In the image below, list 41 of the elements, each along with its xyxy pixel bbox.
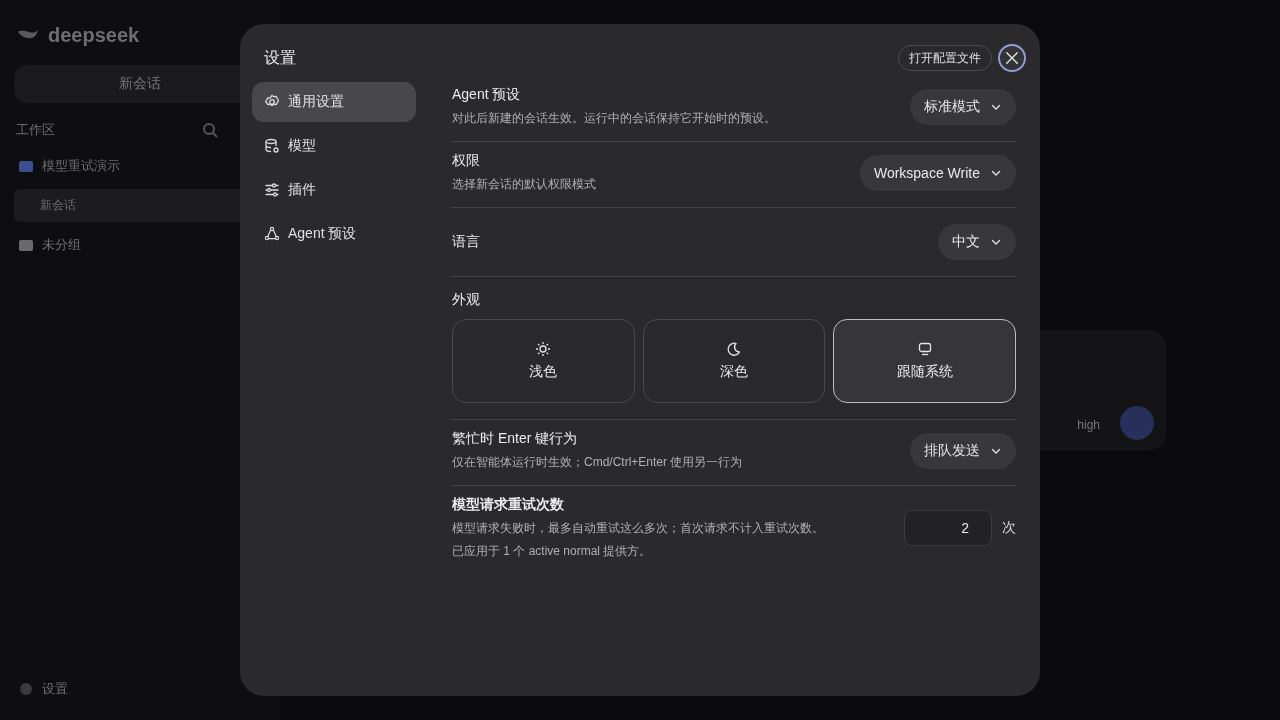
brand-name: deepseek	[48, 24, 140, 47]
dialog-title: 设置	[264, 47, 296, 68]
workspace-label: 工作区	[16, 121, 55, 139]
nav-tab[interactable]: 通用设置	[252, 82, 416, 122]
setting-title: 繁忙时 Enter 键行为	[452, 430, 579, 448]
number-field[interactable]: 2	[904, 510, 992, 546]
dropdown[interactable]: Workspace Write	[859, 154, 1016, 191]
monitor-icon	[916, 341, 933, 357]
settings-link[interactable]: 设置	[42, 680, 68, 698]
nav-tab[interactable]: 模型	[252, 126, 416, 166]
dropdown[interactable]: 排队发送	[910, 432, 1016, 469]
moon-icon	[726, 341, 742, 357]
setting-title: 模型请求重试次数	[452, 496, 565, 514]
setting-title: 权限	[452, 152, 481, 170]
search-icon[interactable]	[202, 122, 218, 138]
sun-icon	[535, 341, 552, 357]
theme-option[interactable]: 浅色	[452, 319, 635, 403]
setting-title: 外观	[452, 291, 481, 309]
database-icon	[264, 138, 280, 154]
setting-note: 已应用于 1 个 active normal 提供方。	[452, 543, 653, 560]
unit-label: 次	[1002, 519, 1016, 537]
setting-description: 对此后新建的会话生效。运行中的会话保持它开始时的预设。	[452, 110, 776, 127]
sliders-icon	[264, 182, 280, 198]
close-icon	[1005, 51, 1019, 65]
dropdown[interactable]: 标准模式	[910, 88, 1016, 125]
theme-option[interactable]: 深色	[642, 319, 826, 403]
nodes-icon	[264, 226, 280, 242]
folder-name[interactable]: 未分组	[42, 236, 81, 254]
folder-icon	[18, 238, 34, 252]
folder-name[interactable]: 模型重试演示	[42, 157, 120, 175]
send-button[interactable]	[1120, 406, 1154, 440]
effort-select[interactable]: high	[1077, 418, 1100, 432]
setting-title: 语言	[452, 233, 480, 251]
close-button[interactable]	[998, 44, 1026, 72]
theme-option[interactable]: 跟随系统	[833, 319, 1016, 403]
dropdown[interactable]: 中文	[938, 224, 1016, 260]
folder-icon	[18, 159, 34, 173]
setting-description: 选择新会话的默认权限模式	[452, 176, 596, 193]
setting-title: Agent 预设	[452, 86, 522, 104]
setting-description: 仅在智能体运行时生效；Cmd/Ctrl+Enter 使用另一行为	[452, 454, 743, 471]
setting-description: 模型请求失败时，最多自动重试这么多次；首次请求不计入重试次数。	[452, 520, 824, 537]
